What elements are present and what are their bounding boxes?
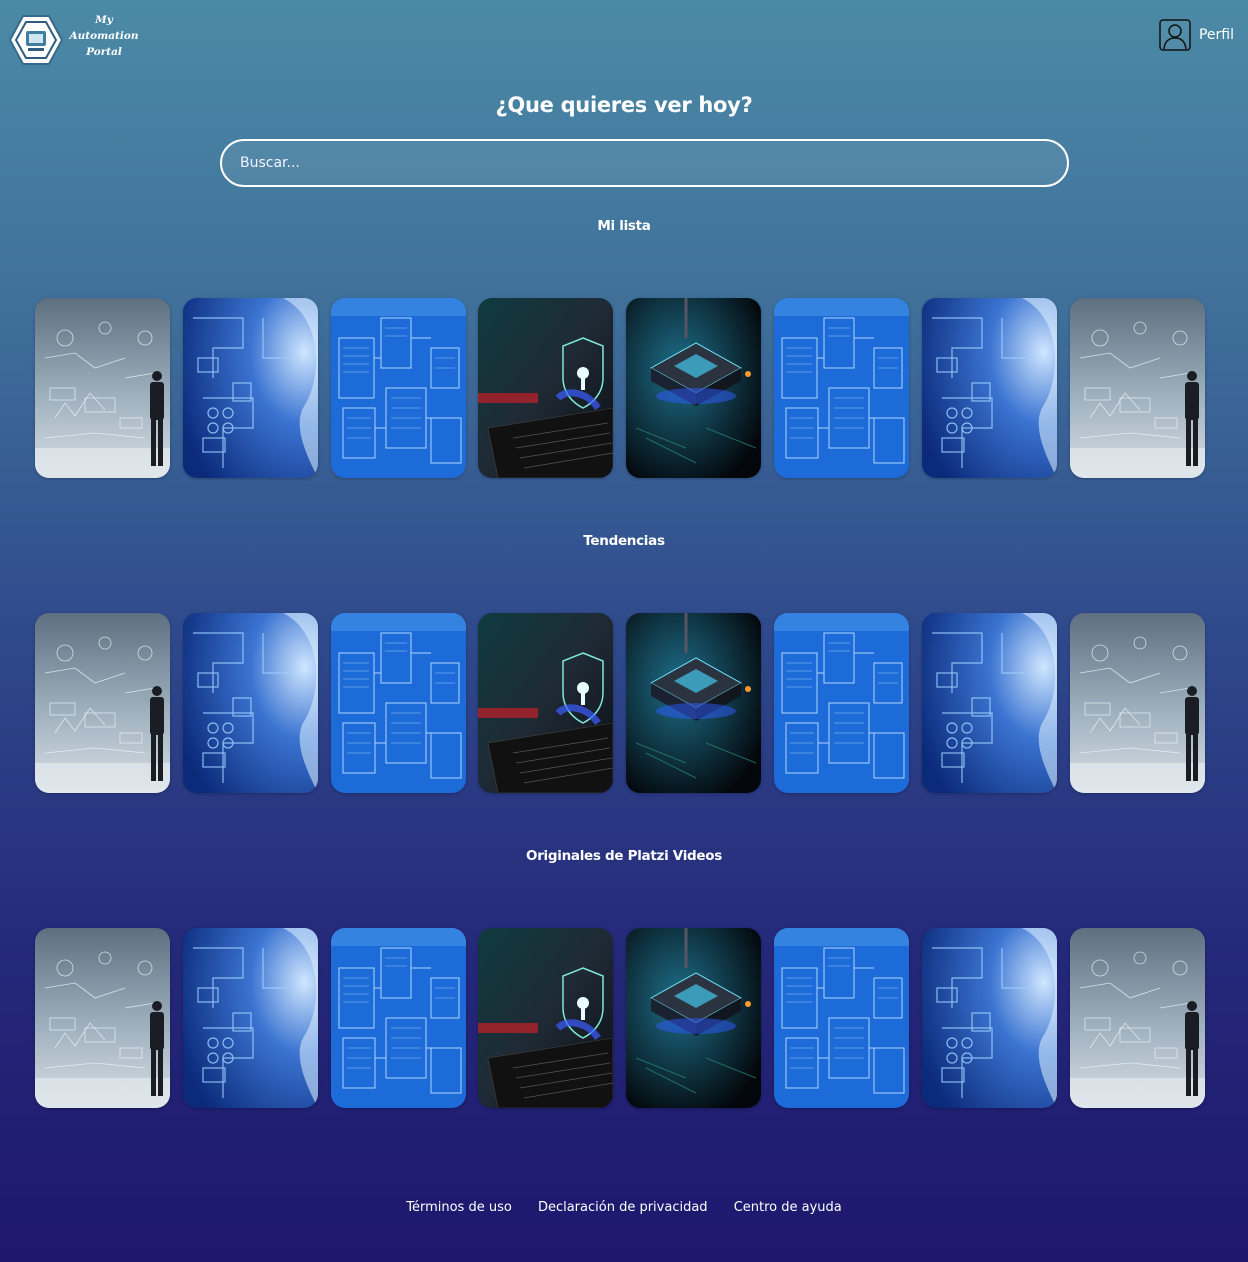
thumbnail-image (921, 928, 1057, 1108)
thumbnail-image (478, 613, 614, 793)
thumbnail-image (1069, 928, 1205, 1108)
video-thumbnail-businessman-sketch[interactable] (1069, 613, 1205, 793)
video-thumbnail-businessman-sketch[interactable] (35, 928, 170, 1108)
carousel-originales (35, 928, 1205, 1108)
thumbnail-image (921, 613, 1057, 793)
thumbnail-image (626, 928, 762, 1108)
user-icon (1159, 19, 1191, 51)
footer-link-help[interactable]: Centro de ayuda (734, 1200, 842, 1215)
video-thumbnail-blue-diagram[interactable] (330, 928, 466, 1108)
video-thumbnail-circuit-head[interactable] (921, 298, 1057, 478)
video-thumbnail-blue-diagram[interactable] (774, 298, 909, 478)
header: My Automation Portal Perfil (0, 0, 1248, 80)
thumbnail-image (478, 298, 614, 478)
thumbnail-image (478, 928, 614, 1108)
footer-link-terms[interactable]: Términos de uso (406, 1200, 512, 1215)
thumbnail-image (626, 613, 762, 793)
video-thumbnail-circuit-head[interactable] (182, 613, 318, 793)
section-title-tendencias: Tendencias (583, 533, 665, 549)
video-thumbnail-blue-diagram[interactable] (330, 298, 466, 478)
thumbnail-image (330, 298, 466, 478)
thumbnail-image (774, 928, 909, 1108)
video-thumbnail-circuit-head[interactable] (182, 298, 318, 478)
profile-label: Perfil (1198, 27, 1234, 43)
page-title: ¿Que quieres ver hoy? (495, 93, 753, 117)
video-thumbnail-circuit-head[interactable] (182, 928, 318, 1108)
thumbnail-image (35, 298, 170, 478)
thumbnail-image (330, 613, 466, 793)
thumbnail-image (330, 928, 466, 1108)
video-thumbnail-blue-diagram[interactable] (774, 928, 909, 1108)
video-thumbnail-blue-diagram[interactable] (330, 613, 466, 793)
footer: Términos de uso Declaración de privacida… (0, 1200, 1248, 1215)
carousel-mi-lista (35, 298, 1205, 478)
video-thumbnail-cpu-chip[interactable] (626, 298, 762, 478)
video-thumbnail-cpu-chip[interactable] (626, 613, 762, 793)
thumbnail-image (35, 928, 170, 1108)
video-thumbnail-circuit-head[interactable] (921, 928, 1057, 1108)
thumbnail-image (35, 613, 170, 793)
thumbnail-image (921, 298, 1057, 478)
video-thumbnail-businessman-sketch[interactable] (35, 613, 170, 793)
profile-button[interactable]: Perfil (1159, 19, 1234, 51)
video-thumbnail-circuit-head[interactable] (921, 613, 1057, 793)
logo-text: My Automation Portal (62, 12, 146, 60)
video-thumbnail-laptop-shield[interactable] (478, 928, 614, 1108)
video-thumbnail-laptop-shield[interactable] (478, 613, 614, 793)
thumbnail-image (1069, 298, 1205, 478)
thumbnail-image (182, 928, 318, 1108)
section-title-mi-lista: Mi lista (597, 218, 651, 234)
thumbnail-image (182, 613, 318, 793)
carousel-tendencias (35, 613, 1205, 793)
logo[interactable]: My Automation Portal (8, 14, 158, 66)
search-input[interactable] (220, 139, 1069, 187)
video-thumbnail-businessman-sketch[interactable] (1069, 928, 1205, 1108)
thumbnail-image (774, 613, 909, 793)
logo-text-line1: My Automation (69, 14, 139, 42)
video-thumbnail-businessman-sketch[interactable] (1069, 298, 1205, 478)
logo-text-line2: Portal (86, 46, 122, 58)
thumbnail-image (1069, 613, 1205, 793)
section-title-originales: Originales de Platzi Videos (526, 848, 722, 864)
thumbnail-image (774, 298, 909, 478)
video-thumbnail-cpu-chip[interactable] (626, 928, 762, 1108)
footer-link-privacy[interactable]: Declaración de privacidad (538, 1200, 708, 1215)
video-thumbnail-laptop-shield[interactable] (478, 298, 614, 478)
video-thumbnail-blue-diagram[interactable] (774, 613, 909, 793)
video-thumbnail-businessman-sketch[interactable] (35, 298, 170, 478)
thumbnail-image (626, 298, 762, 478)
logo-hexagon-icon (8, 15, 64, 65)
thumbnail-image (182, 298, 318, 478)
